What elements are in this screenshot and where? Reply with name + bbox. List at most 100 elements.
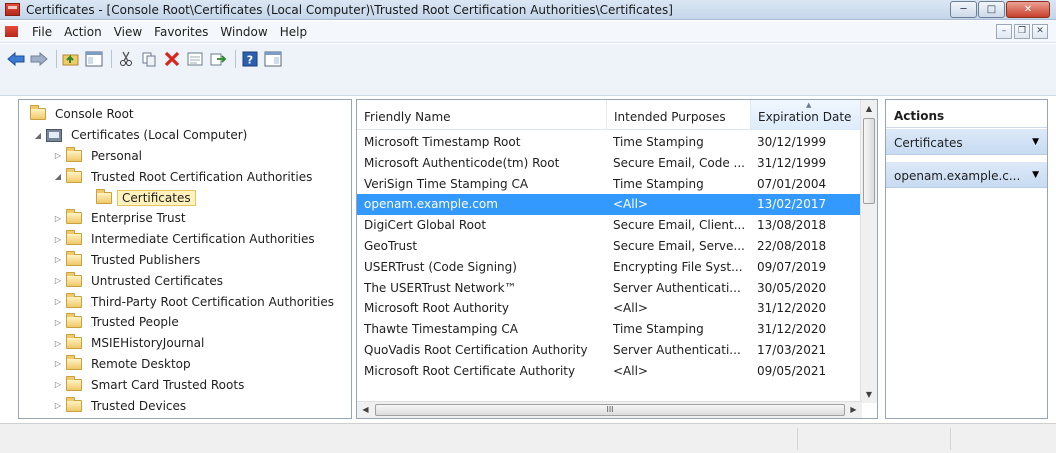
mmc-app-icon [5,3,20,16]
tree-item[interactable]: ▷ Trusted People [19,312,338,333]
tree-expander-icon[interactable]: ▷ [53,339,63,348]
delete-icon[interactable] [162,50,182,68]
column-header-friendly-name[interactable]: Friendly Name [357,100,607,130]
tree-item[interactable]: ▷ Smart Card Trusted Roots [19,374,338,395]
tree-expander-icon[interactable]: ▷ [53,401,63,410]
cell-intended-purposes: Secure Email, Serve... [613,238,745,253]
certificate-row[interactable]: Thawte Timestamping CA Time Stamping 31/12… [357,319,862,340]
horizontal-scroll-thumb[interactable]: III [375,404,845,416]
tree-expander-icon[interactable]: ▷ [53,255,63,264]
certificate-row[interactable]: VeriSign Time Stamping CA Time Stamping 07… [357,174,862,195]
horizontal-scrollbar[interactable]: ◀ III ▶ [357,401,862,418]
tree-expander-icon[interactable]: ▷ [53,276,63,285]
certificate-row[interactable]: USERTrust (Code Signing) Encrypting File … [357,257,862,278]
scroll-right-icon[interactable]: ▶ [845,402,862,418]
tree-item[interactable]: ▷ Enterprise Trust [19,208,338,229]
tree-item[interactable]: ▷ Trusted Publishers [19,250,338,271]
cell-expiration-date: 09/05/2021 [757,363,827,378]
certificate-row[interactable]: Microsoft Root Authority <All> 31/12/2020 [357,298,862,319]
cell-expiration-date: 09/07/2019 [757,259,827,274]
tree-expander-icon[interactable]: ▷ [53,297,63,306]
scroll-up-icon[interactable]: ▲ [861,100,877,117]
cell-expiration-date: 30/12/1999 [757,135,827,149]
column-header-intended-purposes[interactable]: Intended Purposes [607,100,751,130]
tree-expander-icon[interactable]: ◢ [53,172,63,181]
certificate-row[interactable]: QuoVadis Root Certification Authority Ser… [357,340,862,361]
tree-expander-icon[interactable]: ◢ [33,131,43,140]
tree-item[interactable]: ▷ Personal [19,146,338,167]
console-menu-icon[interactable] [5,26,18,37]
menu-window[interactable]: Window [214,24,273,40]
certificate-row[interactable]: The USERTrust Network™ Server Authenticat… [357,278,862,299]
toolbar-separator [56,50,57,68]
mdi-restore-button[interactable]: ❐ [1014,24,1030,39]
tree-item[interactable]: ▷ Trusted Devices [19,395,338,416]
copy-icon[interactable] [139,50,159,68]
export-icon[interactable] [208,50,228,68]
toolbar-separator [111,50,112,68]
folder-icon [30,105,46,121]
minimize-button[interactable]: ─ [950,1,977,18]
properties-icon[interactable] [185,50,205,68]
certificate-row[interactable]: DigiCert Global Root Secure Email, Client… [357,215,862,236]
tree-item[interactable]: ▷ MSIEHistoryJournal [19,333,338,354]
action-pane-icon[interactable] [263,50,283,68]
tree-item[interactable]: Certificates [19,187,338,208]
close-button[interactable]: ✕ [1006,1,1050,18]
up-folder-icon[interactable] [61,50,81,68]
tree-item[interactable]: ▷ Intermediate Certification Authorities [19,229,338,250]
column-header-expiration-date[interactable]: ▲ Expiration Date [751,100,862,130]
window-controls: ─ □ ✕ [949,1,1050,18]
cell-expiration-date: 17/03/2021 [757,342,827,357]
menu-action[interactable]: Action [58,24,108,40]
tree-expander-icon[interactable]: ▷ [53,318,63,327]
tree-expander-icon[interactable]: ▷ [53,151,63,160]
actions-section-certificates[interactable]: Certificates ▼ [886,129,1047,155]
status-divider [950,428,951,450]
tree-expander-icon[interactable]: ▷ [53,214,63,223]
forward-arrow-icon[interactable] [29,50,49,68]
actions-title: Actions [886,100,1047,128]
tree-expander-icon[interactable]: ▷ [53,380,63,389]
back-arrow-icon[interactable] [6,50,26,68]
tree-expander-icon[interactable]: ▷ [53,235,63,244]
folder-icon [66,292,82,308]
tree-item[interactable]: Console Root [19,104,338,125]
tree-item[interactable]: ◢ Trusted Root Certification Authorities [19,166,338,187]
tree-item[interactable]: ▷ Remote Desktop [19,354,338,375]
certificate-row[interactable]: GeoTrust Secure Email, Serve... 22/08/2018 [357,236,862,257]
certificates-list-pane: Friendly Name Intended Purposes ▲ Expira… [356,99,878,419]
scroll-left-icon[interactable]: ◀ [357,402,374,418]
cell-friendly-name: Microsoft Root Authority [364,301,509,316]
maximize-button[interactable]: □ [978,1,1005,18]
cell-friendly-name: QuoVadis Root Certification Authority [364,342,588,357]
status-bar [0,423,1056,453]
tree-item[interactable]: ▷ Third-Party Root Certification Authorit… [19,291,338,312]
vertical-scrollbar[interactable]: ▲ ▼ [860,100,877,403]
menu-view[interactable]: View [108,24,148,40]
tree-item[interactable]: ◢ Certificates (Local Computer) [19,125,338,146]
cut-icon[interactable] [116,50,136,68]
scroll-down-icon[interactable]: ▼ [861,386,877,403]
mdi-minimize-button[interactable]: – [996,24,1012,39]
help-icon[interactable]: ? [240,50,260,68]
show-tree-icon[interactable] [84,50,104,68]
menu-file[interactable]: File [26,24,58,40]
tree-item[interactable]: ▷ Untrusted Certificates [19,270,338,291]
menu-help[interactable]: Help [274,24,313,40]
actions-section-selected-certificate[interactable]: openam.example.c... ▼ [886,162,1047,188]
menu-favorites[interactable]: Favorites [148,24,214,40]
cell-friendly-name: VeriSign Time Stamping CA [364,176,529,191]
mdi-close-button[interactable]: ✕ [1032,24,1048,39]
vertical-scroll-thumb[interactable] [863,118,875,204]
certificate-rows: Microsoft Timestamp Root Time Stamping 30/… [357,132,862,382]
certificate-row[interactable]: Microsoft Timestamp Root Time Stamping 30/… [357,132,862,153]
expand-arrow-icon[interactable]: ▼ [1032,137,1039,147]
expand-arrow-icon[interactable]: ▼ [1032,170,1039,180]
certificate-row[interactable]: openam.example.com <All> 13/02/2017 [357,194,862,216]
certificate-row[interactable]: Microsoft Authenticode(tm) Root Secure Em… [357,153,862,174]
certificate-row[interactable]: Microsoft Root Certificate Authority <All… [357,361,862,382]
tree-item-label: Console Root [55,107,134,122]
window-title: Certificates - [Console Root\Certificate… [26,3,673,17]
tree-expander-icon[interactable]: ▷ [53,359,63,368]
